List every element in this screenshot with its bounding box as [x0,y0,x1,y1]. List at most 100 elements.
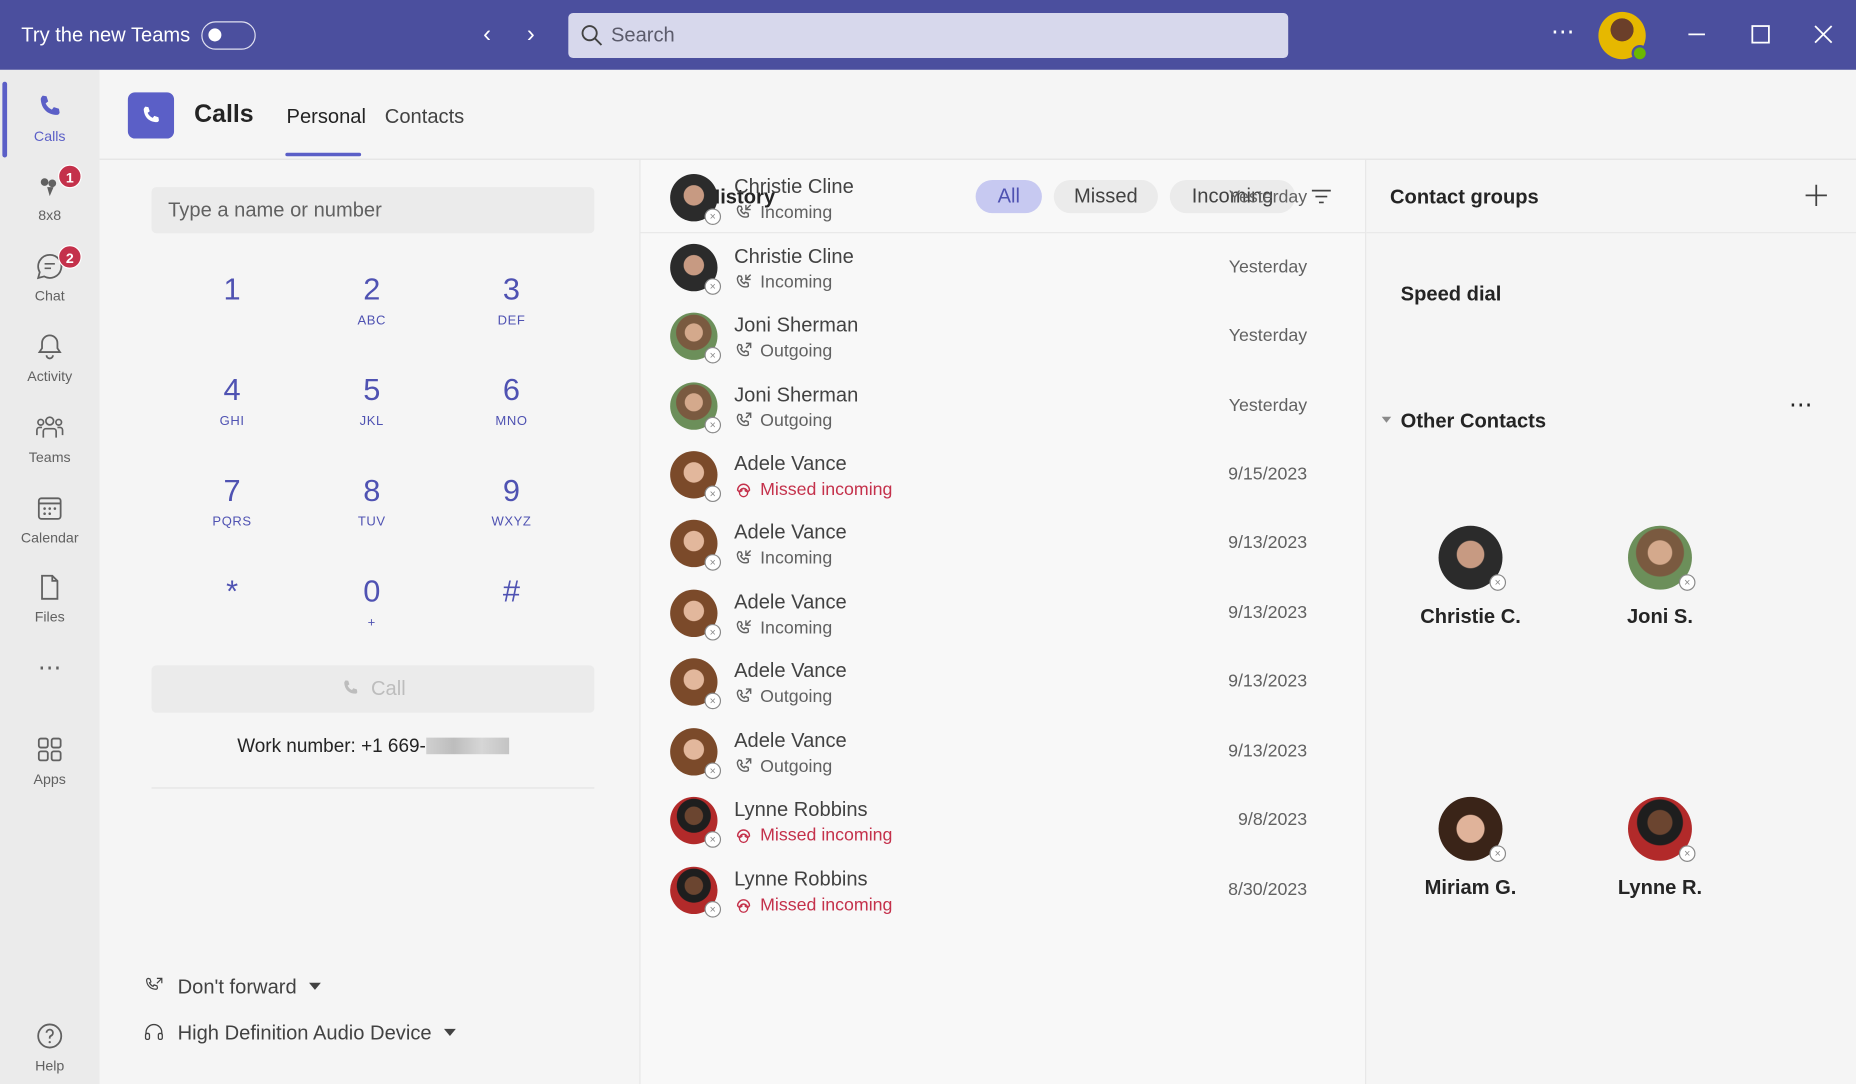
try-new-teams-label: Try the new Teams [21,23,191,47]
key-digit: # [502,573,521,609]
rail-label-teams: Teams [28,448,71,466]
rail-item-calendar[interactable]: Calendar [0,481,99,554]
missed-call-icon [734,895,760,915]
forward-arrow-icon[interactable]: › [527,21,535,48]
rail-item-more-apps[interactable]: ⋯ [0,652,99,725]
caller-name: Lynne Robbins [734,867,868,891]
search-input[interactable] [610,13,1274,59]
avatar: × [1438,796,1507,862]
dial-key-3[interactable]: 3 DEF [452,264,570,347]
rail-item-files[interactable]: Files [0,560,99,633]
contact-tile[interactable]: × Miriam G. [1388,796,1554,927]
key-digit: 0 [363,573,381,609]
rail-item-chat[interactable]: 2 Chat [0,239,99,312]
history-pane: History All Missed Incoming × Christie Cl… [640,159,1367,1084]
missed-call-icon [734,825,760,845]
contact-tile[interactable]: × Christie C. [1388,525,1554,656]
rail-item-help[interactable]: Help [0,1009,99,1082]
dial-key-2[interactable]: 2 ABC [313,264,431,347]
call-date: 9/13/2023 [1228,532,1308,553]
offline-status-icon: × [704,485,722,503]
dial-key-7[interactable]: 7 PQRS [173,465,291,548]
dial-key-4[interactable]: 4 GHI [173,365,291,448]
history-row[interactable]: × Adele Vance Outgoing 9/13/2023 [641,719,1367,788]
call-type: Outgoing [734,341,832,361]
history-row[interactable]: × Joni Sherman Outgoing Yesterday [641,373,1367,442]
apps-icon [37,737,62,762]
call-type: Outgoing [734,411,832,431]
audio-device-dropdown[interactable]: High Definition Audio Device [142,1021,456,1046]
contact-name: Miriam G. [1424,876,1517,899]
history-row[interactable]: × Adele Vance Incoming 9/13/2023 [641,510,1367,579]
offline-status-icon: × [704,692,722,710]
more-options-icon[interactable]: ⋯ [1789,390,1814,420]
add-icon[interactable] [1802,181,1830,209]
user-avatar[interactable] [1598,11,1649,62]
history-row[interactable]: × Lynne Robbins Missed incoming 8/30/2023 [641,857,1367,926]
contact-tile[interactable]: × Lynne R. [1577,796,1743,927]
dial-key-0[interactable]: 0 + [313,566,431,649]
rail-item-8x8[interactable]: 1 8x8 [0,159,99,232]
dial-input[interactable] [151,187,595,234]
maximize-icon[interactable] [1743,17,1779,53]
key-digit: 2 [363,271,381,307]
chevron-down-icon [308,982,321,990]
rail-item-teams[interactable]: Teams [0,400,99,473]
caller-name: Lynne Robbins [734,798,868,821]
outgoing-call-icon [734,411,760,431]
rail-item-activity[interactable]: Activity [0,320,99,393]
dial-key-8[interactable]: 8 TUV [313,465,431,548]
back-arrow-icon[interactable]: ‹ [483,21,491,48]
rail-label-help: Help [35,1057,65,1074]
call-forwarding-dropdown[interactable]: Don't forward [142,974,321,999]
contact-tile[interactable]: × Joni S. [1577,525,1743,656]
caller-name: Adele Vance [734,520,847,544]
offline-status-icon: × [704,623,722,641]
close-icon[interactable] [1806,17,1842,53]
new-teams-toggle[interactable] [201,21,256,50]
caller-name: Adele Vance [734,590,847,614]
key-letters: ABC [357,313,387,328]
dial-key-hash[interactable]: # [452,566,570,649]
rail-item-calls[interactable]: Calls [0,79,99,158]
other-contacts-heading[interactable]: Other Contacts [1401,410,1546,434]
more-options-icon[interactable]: ⋯ [1551,17,1576,47]
history-row[interactable]: × Lynne Robbins Missed incoming 9/8/2023 [641,787,1367,856]
contact-name: Joni S. [1626,605,1693,628]
call-type: Outgoing [734,687,832,707]
offline-status-icon: × [704,416,722,434]
rail-item-apps[interactable]: Apps [0,722,99,795]
chevron-down-icon [443,1028,456,1036]
key-digit: 9 [502,472,521,508]
search-box[interactable] [568,13,1289,59]
history-row[interactable]: × Adele Vance Missed incoming 9/15/2023 [641,442,1367,511]
avatar: × [670,589,722,641]
dial-key-star[interactable]: * [173,566,291,649]
rail-label-calendar: Calendar [20,529,79,546]
history-row[interactable]: × Christie Cline Incoming Yesterday [641,165,1367,234]
history-row[interactable]: × Joni Sherman Outgoing Yesterday [641,303,1367,372]
call-button-label: Call [370,677,406,700]
dial-key-1[interactable]: 1 [173,264,291,347]
file-icon [41,574,59,600]
call-button[interactable]: Call [151,665,595,713]
key-letters: JKL [359,414,384,429]
phone-icon [40,95,60,115]
key-digit: 7 [223,472,241,508]
offline-status-icon: × [704,762,722,780]
tab-contacts[interactable]: Contacts [385,105,464,129]
minimize-icon[interactable] [1679,17,1715,53]
dial-key-9[interactable]: 9 WXYZ [452,465,570,548]
history-row[interactable]: × Christie Cline Incoming Yesterday [641,234,1367,303]
outgoing-call-icon [734,341,760,361]
speed-dial-heading[interactable]: Speed dial [1401,283,1502,307]
contact-groups-header: Contact groups [1366,160,1856,234]
history-row[interactable]: × Adele Vance Incoming 9/13/2023 [641,580,1367,649]
dial-key-6[interactable]: 6 MNO [452,365,570,448]
history-row[interactable]: × Adele Vance Outgoing 9/13/2023 [641,649,1367,718]
title-bar: Try the new Teams ‹ › ⋯ [0,0,1856,70]
collapse-caret-icon[interactable] [1381,416,1392,423]
offline-status-icon: × [1489,574,1507,591]
tab-personal[interactable]: Personal [287,105,366,129]
dial-key-5[interactable]: 5 JKL [313,365,431,448]
